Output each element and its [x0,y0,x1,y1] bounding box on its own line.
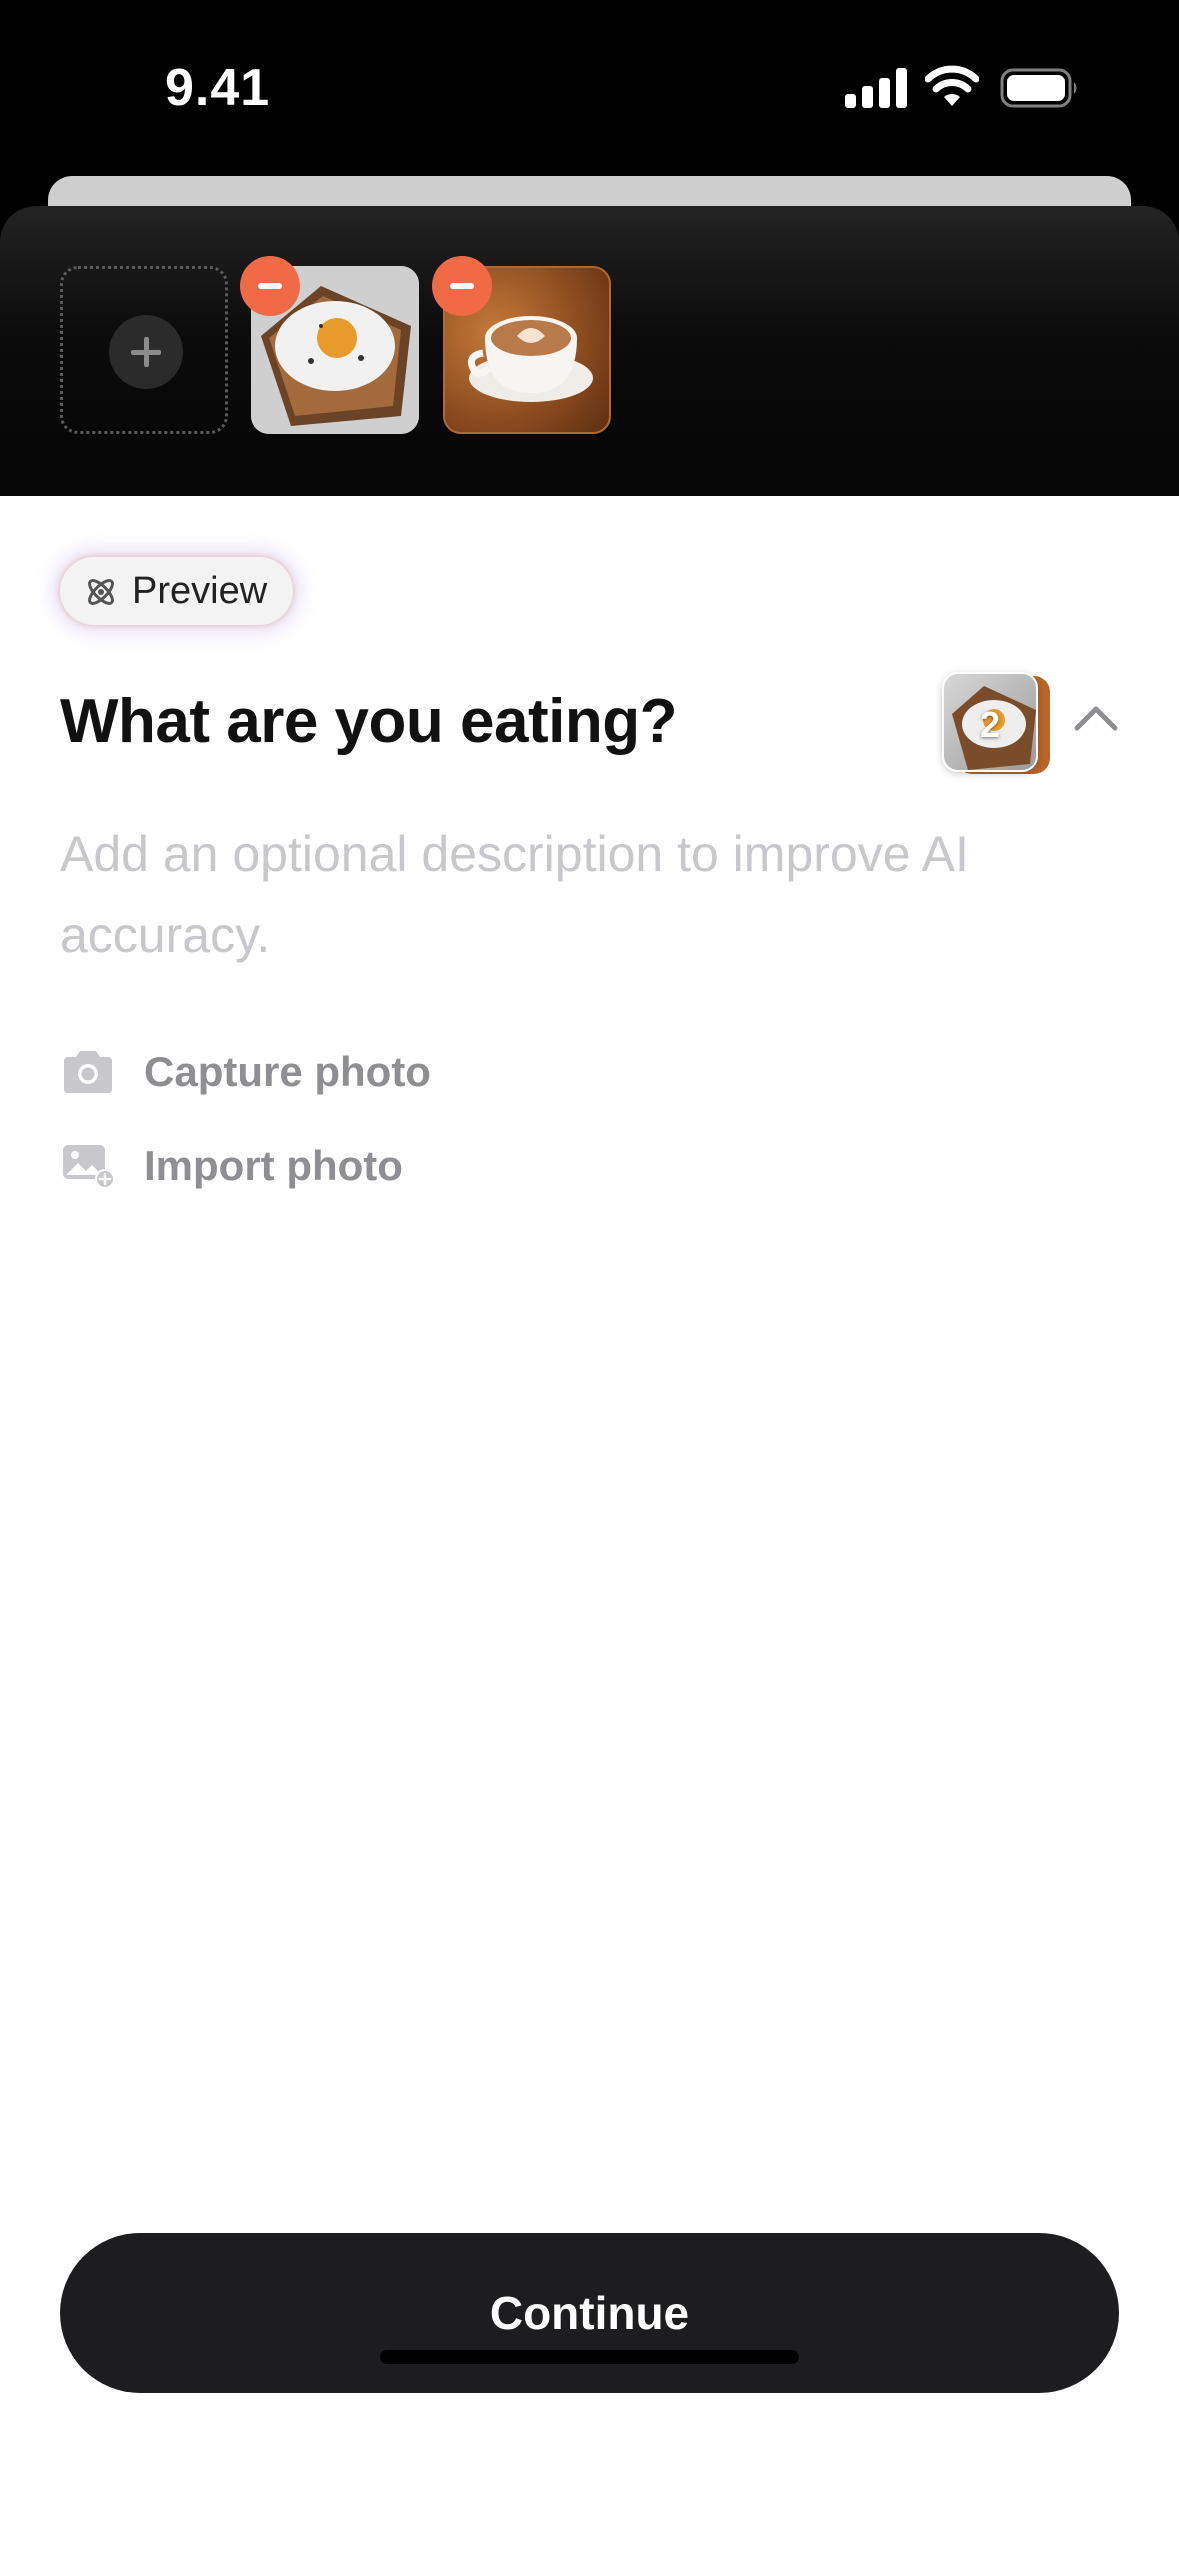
camera-icon [64,1051,112,1093]
import-photo-button[interactable]: Import photo [60,1136,403,1196]
preview-label: Preview [132,569,268,612]
status-time: 9.41 [165,59,271,117]
stacked-photo-front: 2 [942,672,1038,772]
image-add-icon [63,1145,115,1189]
capture-photo-button[interactable]: Capture photo [60,1042,431,1102]
photo-count-badge: 2 [980,704,1001,745]
description-input[interactable]: Add an optional description to improve A… [60,814,1120,976]
remove-photo-button[interactable] [240,256,300,316]
atom-icon [88,579,114,605]
remove-photo-button[interactable] [432,256,492,316]
plus-icon [109,315,183,389]
continue-button[interactable]: Continue [60,2233,1119,2393]
battery-icon [1000,68,1077,108]
entry-form: Preview What are you eating? 2 Add an op… [0,496,1179,2556]
chevron-up-icon[interactable] [1073,702,1119,732]
preview-badge[interactable]: Preview [60,557,294,625]
page-title: What are you eating? [60,687,677,756]
import-photo-label: Import photo [144,1142,403,1189]
add-photo-slot[interactable] [60,266,228,434]
cellular-signal-icon [845,68,907,108]
home-indicator [380,2350,799,2364]
capture-photo-label: Capture photo [144,1048,431,1095]
wifi-icon [925,65,979,106]
photo-stack-thumbnail[interactable]: 2 [940,672,1052,782]
status-bar: 9.41 [0,0,1179,170]
media-strip [0,206,1179,496]
